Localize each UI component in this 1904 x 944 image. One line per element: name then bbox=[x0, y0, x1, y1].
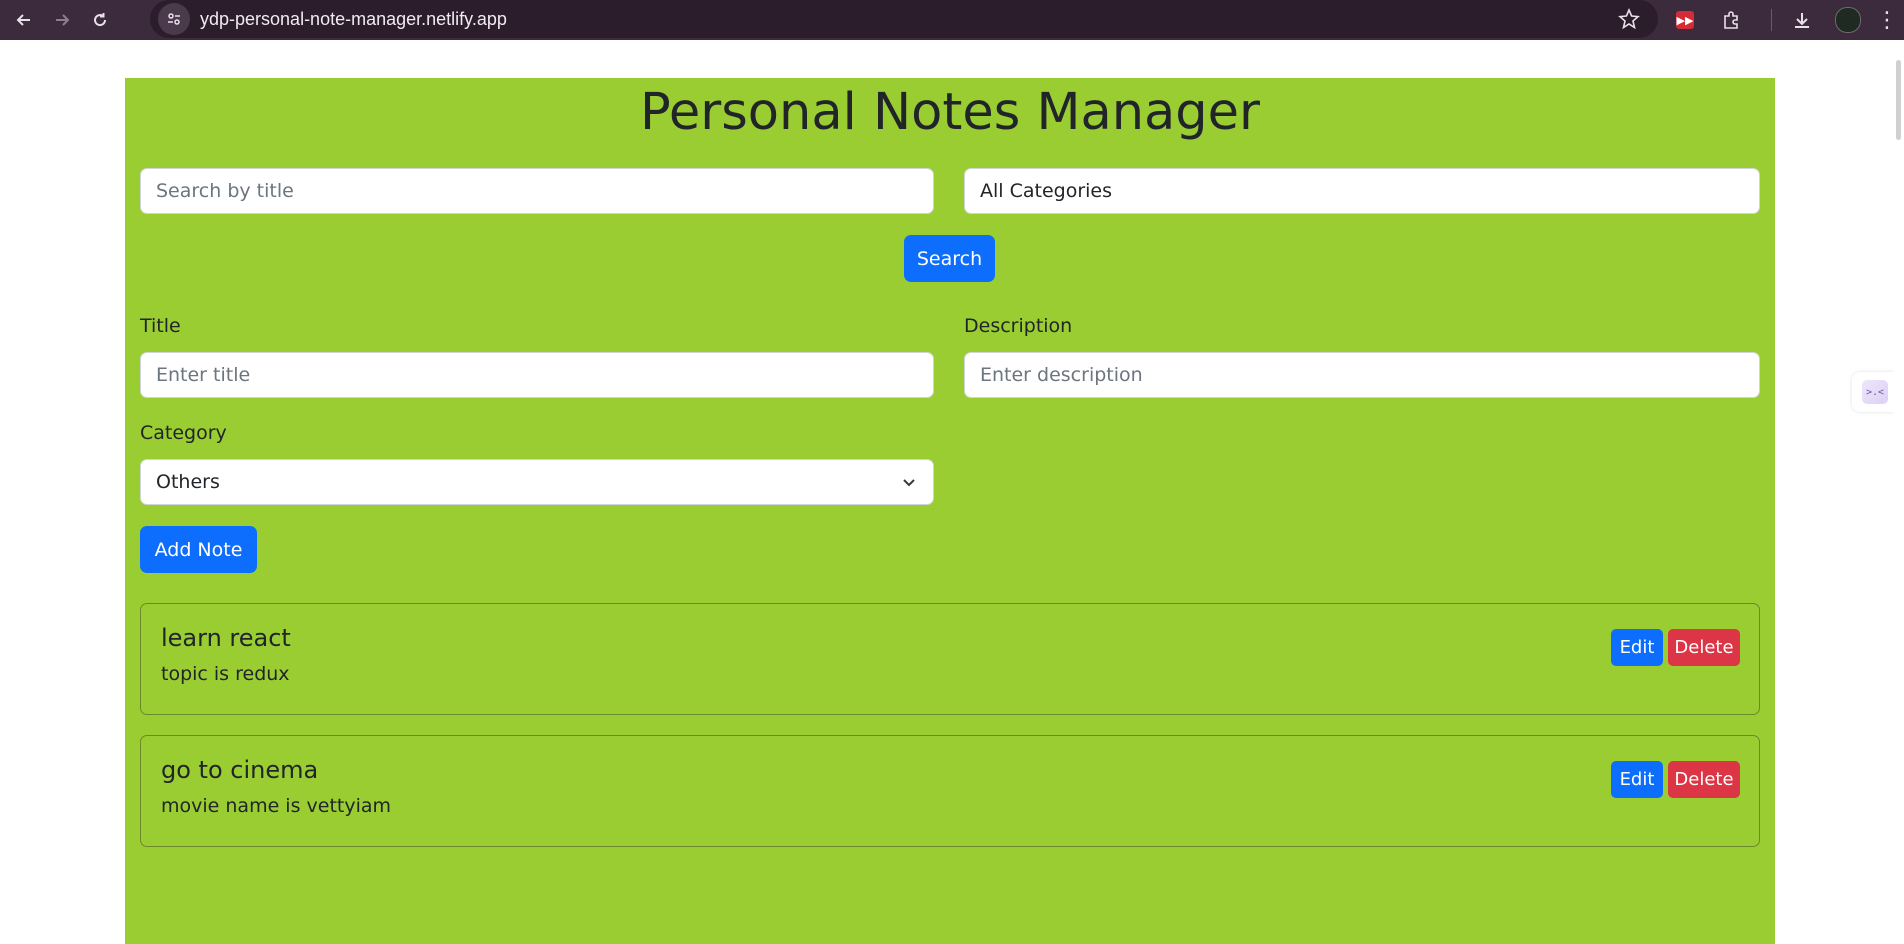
address-bar[interactable]: ydp-personal-note-manager.netlify.app bbox=[150, 0, 1658, 38]
description-input-field[interactable] bbox=[980, 364, 1744, 386]
notes-app-container: Personal Notes Manager All Categories Se… bbox=[125, 78, 1775, 944]
search-button[interactable]: Search bbox=[904, 235, 995, 282]
search-input-field[interactable] bbox=[156, 180, 918, 202]
title-input[interactable] bbox=[140, 352, 934, 398]
toolbar-divider bbox=[1771, 9, 1772, 31]
note-card: go to cinema movie name is vettyiam Edit… bbox=[140, 735, 1760, 847]
category-select[interactable]: Others bbox=[140, 459, 934, 505]
note-card: learn react topic is redux Edit Delete bbox=[140, 603, 1760, 715]
back-icon[interactable] bbox=[10, 6, 38, 34]
note-title: learn react bbox=[161, 624, 291, 652]
note-description: movie name is vettyiam bbox=[161, 795, 392, 817]
note-title: go to cinema bbox=[161, 756, 319, 784]
toolbar-extensions: ▶▶ ⋮ bbox=[1667, 0, 1904, 40]
delete-button[interactable]: Delete bbox=[1668, 761, 1740, 798]
search-input[interactable] bbox=[140, 168, 934, 214]
description-label: Description bbox=[964, 315, 1073, 337]
page-title: Personal Notes Manager bbox=[639, 83, 1261, 142]
site-info-icon[interactable] bbox=[158, 3, 190, 35]
reload-icon[interactable] bbox=[86, 6, 114, 34]
profile-avatar[interactable] bbox=[1830, 2, 1866, 38]
more-icon[interactable]: ⋮ bbox=[1876, 8, 1898, 33]
title-input-field[interactable] bbox=[156, 364, 918, 386]
title-label: Title bbox=[140, 315, 181, 337]
download-icon[interactable] bbox=[1784, 2, 1820, 38]
scrollbar[interactable] bbox=[1893, 40, 1904, 944]
forward-icon[interactable] bbox=[48, 6, 76, 34]
extension-icon[interactable]: ▶▶ bbox=[1667, 2, 1703, 38]
delete-button[interactable]: Delete bbox=[1668, 629, 1740, 666]
category-filter-select[interactable]: All Categories bbox=[964, 168, 1760, 214]
category-select-value: Others bbox=[156, 471, 220, 493]
note-description: topic is redux bbox=[161, 663, 290, 685]
add-note-button[interactable]: Add Note bbox=[140, 526, 257, 573]
browser-toolbar: ydp-personal-note-manager.netlify.app ▶▶… bbox=[0, 0, 1904, 40]
category-filter-value: All Categories bbox=[980, 180, 1113, 202]
edit-button[interactable]: Edit bbox=[1611, 629, 1663, 666]
description-input[interactable] bbox=[964, 352, 1760, 398]
url-text[interactable]: ydp-personal-note-manager.netlify.app bbox=[200, 9, 507, 30]
category-label: Category bbox=[140, 422, 227, 444]
scrollbar-thumb[interactable] bbox=[1896, 60, 1901, 140]
star-icon[interactable] bbox=[1618, 7, 1640, 34]
chevron-down-icon bbox=[903, 479, 915, 487]
edit-button[interactable]: Edit bbox=[1611, 761, 1663, 798]
puzzle-icon[interactable] bbox=[1713, 2, 1749, 38]
extension-face-icon: >.< bbox=[1862, 380, 1888, 404]
side-extension-widget[interactable]: >.< bbox=[1852, 372, 1898, 412]
